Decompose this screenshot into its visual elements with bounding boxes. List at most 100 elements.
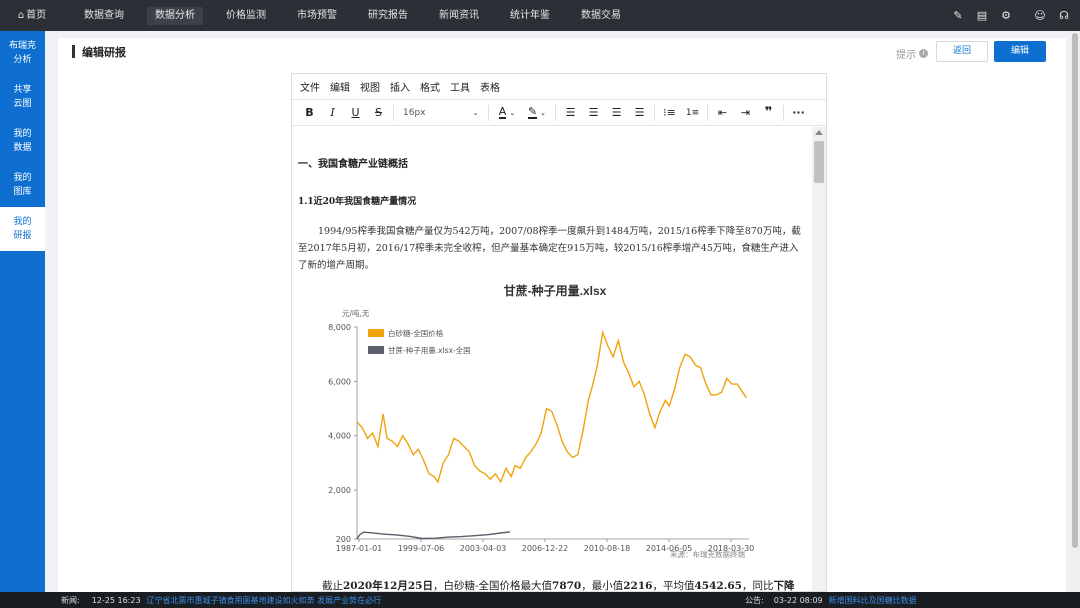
edit-icon[interactable]: ✎ [946,0,970,31]
edit-button[interactable]: 编辑 [994,41,1046,62]
menu-tools[interactable]: 工具 [450,79,470,94]
legend-swatch [368,346,384,354]
more-icon[interactable]: ··· [787,103,810,123]
y-tick-label: 6,000 [328,377,351,386]
x-tick-label: 2006-12-22 [522,544,569,553]
bold-icon[interactable]: B [298,103,321,123]
nav-market-warning[interactable]: 市场预警 [295,0,339,31]
hint[interactable]: 提示 i [896,46,928,61]
series-line-2 [356,531,510,540]
page-scrollbar[interactable] [1070,31,1080,592]
gear-icon[interactable]: ⚙ [994,0,1018,31]
outdent-icon[interactable]: ⇤ [711,103,734,123]
x-tick-label: 1987-01-01 [336,544,383,553]
y-tick-label: 200 [336,535,351,544]
news-ticker: 新闻: 12-25 16:23 辽宁省北票市惠城子镇食用菌基地建设如火如荼 发展… [0,592,1080,608]
nav-research-report[interactable]: 研究报告 [366,0,410,31]
sidebar-item-my-data[interactable]: 我的 数据 [0,119,45,163]
home-icon: ⌂ [17,10,25,21]
paragraph: 1994/95榨季我国食糖产量仅为542万吨，2007/08榨季一度飙升到148… [298,226,801,271]
notice-link[interactable]: 新增国料比及国糖比数据 [829,595,917,606]
chart-svg: 甘蔗-种子用量.xlsx 元/吨,无 8,000 6,000 4,000 2,000 200… [328,283,754,559]
chart-source: 来源：布瑞克数据终端 [670,549,745,559]
back-button[interactable]: 返回 [936,41,988,62]
chart-title: 甘蔗-种子用量.xlsx [504,283,607,298]
nav-data-analysis[interactable]: 数据分析 [147,7,203,25]
scroll-up-icon[interactable] [815,130,823,135]
menu-insert[interactable]: 插入 [390,79,410,94]
italic-icon[interactable]: I [321,103,344,123]
heading-2: 1.1近20年我国食糖产量情况 [298,197,417,207]
underline-icon[interactable]: U [344,103,367,123]
font-size-select[interactable]: 16px ⌄ [397,103,485,123]
nav-home[interactable]: ⌂ 首页 [14,0,50,31]
chart-ylabel: 元/吨,无 [342,308,370,318]
chevron-down-icon: ⌄ [472,108,479,117]
text-color-icon[interactable]: A ⌄ [492,103,522,123]
main-panel: 编辑研报 提示 i 返回 编辑 文件 编辑 视图 插入 格式 工具 表格 B I… [58,38,1066,592]
toolbar-divider [488,104,489,121]
x-tick-label: 1999-07-06 [398,544,445,553]
toolbar-divider [707,104,708,121]
table-icon[interactable]: ▤ [970,0,994,31]
nav-data-trade[interactable]: 数据交易 [579,0,623,31]
legend-label: 白砂糖-全国价格 [388,328,444,338]
bullet-list-icon[interactable]: ⁝≡ [658,103,681,123]
indent-icon[interactable]: ⇥ [734,103,757,123]
y-tick-label: 4,000 [328,432,351,441]
toolbar-divider [393,104,394,121]
notice-label: 公告: [745,595,764,605]
menu-format[interactable]: 格式 [420,79,440,94]
align-right-icon[interactable]: ☰ [605,103,628,123]
chart: 甘蔗-种子用量.xlsx 元/吨,无 8,000 6,000 4,000 2,000 200… [322,277,792,567]
title-marker [72,45,75,58]
sidebar-item-shared-charts[interactable]: 共享 云图 [0,75,45,119]
top-navigation: ⌂ 首页 数据查询 数据分析 价格监测 市场预警 研究报告 新闻资讯 统计年鉴 … [0,0,1080,31]
page-header: 编辑研报 提示 i 返回 编辑 [58,38,1066,64]
notice-time: 03-22 08:09 [773,595,823,605]
headset-icon[interactable]: ☊ [1052,0,1076,31]
menu-file[interactable]: 文件 [300,79,320,94]
nav-price-monitor[interactable]: 价格监测 [224,0,268,31]
align-justify-icon[interactable]: ☰ [628,103,651,123]
toolbar-divider [783,104,784,121]
highlight-color-icon[interactable]: ✎ ⌄ [522,103,552,123]
editor-toolbar: B I U S 16px ⌄ A ⌄ ✎ ⌄ ☰ ☰ ☰ ☰ ⁝≡ 1≡ ⇤ ⇥ ❞ [292,100,826,126]
editor-content[interactable]: 一、我国食糖产业链概括 1.1近20年我国食糖产量情况 1994/95榨季我国食… [292,127,812,592]
y-tick-label: 2,000 [328,486,351,495]
editor-menubar: 文件 编辑 视图 插入 格式 工具 表格 [292,74,826,100]
menu-table[interactable]: 表格 [480,79,500,94]
news-link[interactable]: 辽宁省北票市惠城子镇食用菌基地建设如火如荼 发展产业势在必行 [147,595,382,606]
page-scroll-thumb[interactable] [1072,33,1078,548]
heading-1: 一、我国食糖产业链概括 [298,159,408,170]
blockquote-icon[interactable]: ❞ [757,103,780,123]
legend-swatch [368,329,384,337]
y-tick-label: 8,000 [328,323,351,332]
menu-edit[interactable]: 编辑 [330,79,350,94]
toolbar-divider [555,104,556,121]
x-tick-label: 2010-08-18 [584,544,631,553]
sidebar-item-brick-analysis[interactable]: 布瑞克 分析 [0,31,45,75]
nav-data-query[interactable]: 数据查询 [82,0,126,31]
news-time: 12-25 16:23 [91,595,141,605]
align-left-icon[interactable]: ☰ [559,103,582,123]
align-center-icon[interactable]: ☰ [582,103,605,123]
sidebar-item-my-reports[interactable]: 我的 研报 [0,207,45,251]
nav-news[interactable]: 新闻资讯 [437,0,481,31]
info-icon: i [919,49,928,58]
nav-yearbook[interactable]: 统计年鉴 [508,0,552,31]
x-tick-label: 2003-04-03 [460,544,507,553]
strikethrough-icon[interactable]: S [367,103,390,123]
sidebar: 布瑞克 分析 共享 云图 我的 数据 我的 图库 我的 研报 [0,31,45,592]
editor-scroll-thumb[interactable] [814,141,824,183]
rich-text-editor: 文件 编辑 视图 插入 格式 工具 表格 B I U S 16px ⌄ A ⌄ ✎… [291,73,827,592]
news-label: 新闻: [61,595,80,605]
user-icon[interactable]: ☺ [1028,0,1052,31]
summary-paragraph: 截止2020年12月25日，白砂糖-全国价格最大值7870，最小值2216，平均… [322,580,795,592]
numbered-list-icon[interactable]: 1≡ [681,103,704,123]
sidebar-item-my-gallery[interactable]: 我的 图库 [0,163,45,207]
legend-label: 甘蔗-种子用量.xlsx-全国 [388,345,471,355]
menu-view[interactable]: 视图 [360,79,380,94]
page-title: 编辑研报 [82,46,126,59]
editor-scrollbar[interactable] [812,127,826,591]
